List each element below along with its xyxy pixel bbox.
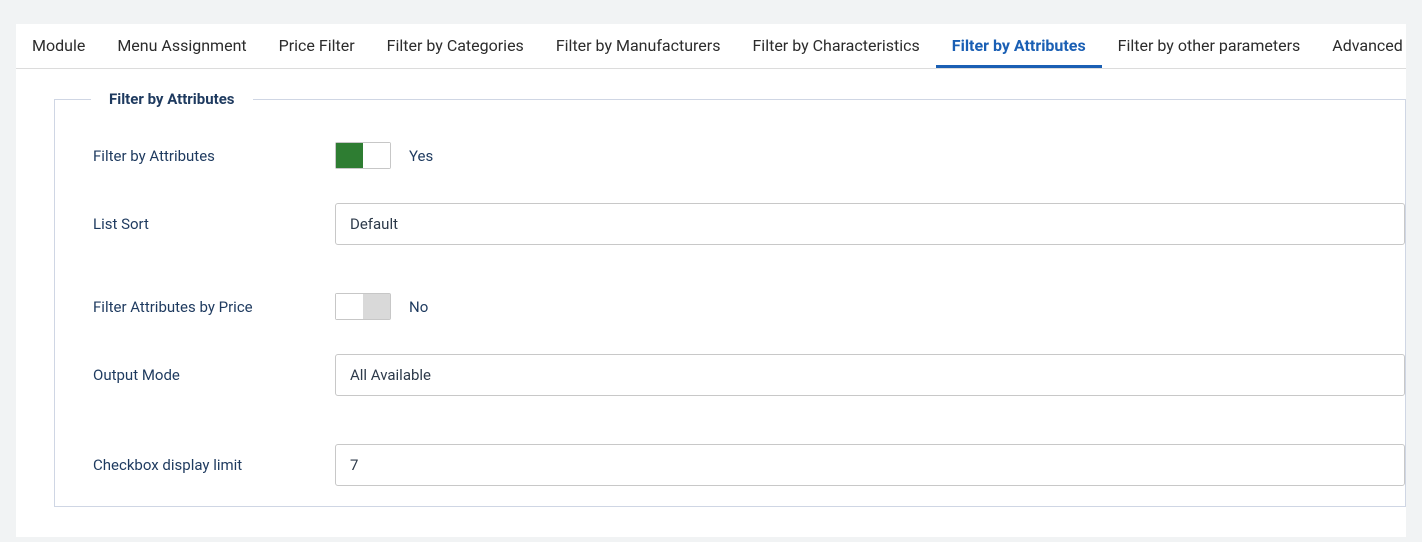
control-checkbox-display-limit — [335, 444, 1405, 486]
tab-module[interactable]: Module — [16, 24, 101, 68]
label-checkbox-display-limit: Checkbox display limit — [93, 456, 335, 474]
toggle-filter-attributes-by-price[interactable] — [335, 293, 391, 320]
fieldset-legend: Filter by Attributes — [91, 90, 253, 108]
label-filter-attributes-by-price: Filter Attributes by Price — [93, 298, 335, 316]
tab-price-filter[interactable]: Price Filter — [263, 24, 371, 68]
control-filter-by-attributes: Yes — [335, 142, 1405, 169]
tab-advanced[interactable]: Advanced — [1316, 24, 1419, 68]
row-output-mode: Output Mode All Available — [55, 354, 1405, 396]
tab-filter-by-categories[interactable]: Filter by Categories — [371, 24, 540, 68]
tabs-bar: Module Menu Assignment Price Filter Filt… — [16, 24, 1406, 69]
control-output-mode: All Available — [335, 354, 1405, 396]
select-output-mode[interactable]: All Available — [335, 354, 1405, 396]
toggle-filter-by-attributes[interactable] — [335, 142, 391, 169]
panel-area: Filter by Attributes Filter by Attribute… — [16, 69, 1406, 537]
tab-filter-by-attributes[interactable]: Filter by Attributes — [936, 24, 1102, 68]
row-filter-by-attributes: Filter by Attributes Yes — [55, 142, 1405, 169]
input-checkbox-display-limit[interactable] — [335, 444, 1405, 486]
tab-filter-by-other-parameters[interactable]: Filter by other parameters — [1102, 24, 1317, 68]
control-list-sort: Default — [335, 203, 1405, 245]
row-list-sort: List Sort Default — [55, 203, 1405, 245]
control-filter-attributes-by-price: No — [335, 293, 1405, 320]
fieldset-filter-by-attributes: Filter by Attributes Filter by Attribute… — [54, 99, 1406, 507]
tab-filter-by-manufacturers[interactable]: Filter by Manufacturers — [540, 24, 737, 68]
tab-filter-by-characteristics[interactable]: Filter by Characteristics — [736, 24, 935, 68]
toggle-label-filter-attributes-by-price: No — [409, 298, 428, 316]
select-list-sort[interactable]: Default — [335, 203, 1405, 245]
label-filter-by-attributes: Filter by Attributes — [93, 147, 335, 165]
row-checkbox-display-limit: Checkbox display limit — [55, 444, 1405, 486]
toggle-label-filter-by-attributes: Yes — [409, 147, 433, 165]
label-list-sort: List Sort — [93, 215, 335, 233]
row-filter-attributes-by-price: Filter Attributes by Price No — [55, 293, 1405, 320]
tab-menu-assignment[interactable]: Menu Assignment — [101, 24, 262, 68]
label-output-mode: Output Mode — [93, 366, 335, 384]
